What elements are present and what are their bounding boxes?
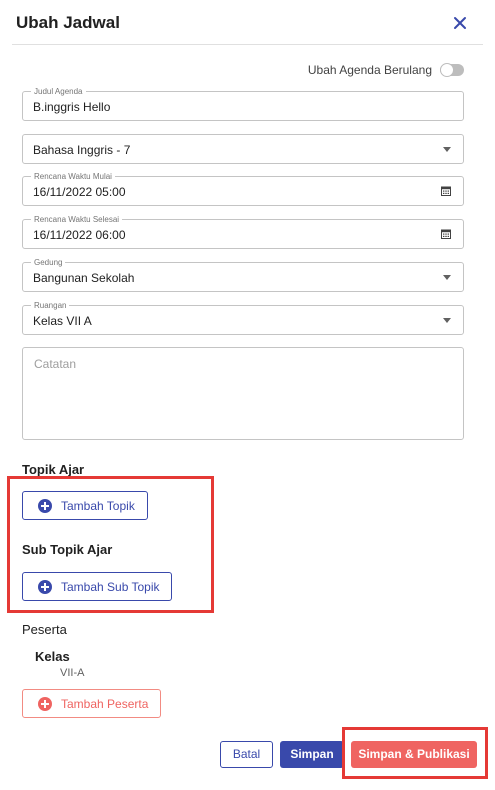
ruangan-legend: Ruangan bbox=[31, 301, 70, 310]
header-divider bbox=[12, 44, 483, 45]
tambah-peserta-label: Tambah Peserta bbox=[61, 697, 149, 711]
highlight-box-topik bbox=[7, 476, 214, 613]
judul-agenda-legend: Judul Agenda bbox=[31, 87, 86, 96]
waktu-selesai-legend: Rencana Waktu Selesai bbox=[31, 215, 123, 224]
subject-select[interactable]: Bahasa Inggris - 7 bbox=[22, 134, 464, 164]
waktu-selesai-field[interactable]: Rencana Waktu Selesai 16/11/2022 06:00 bbox=[22, 215, 464, 249]
recurring-toggle[interactable] bbox=[440, 63, 464, 77]
judul-agenda-field[interactable]: Judul Agenda B.inggris Hello bbox=[22, 87, 464, 121]
simpan-button[interactable]: Simpan bbox=[280, 741, 344, 768]
calendar-icon[interactable] bbox=[441, 186, 451, 196]
recurring-toggle-label: Ubah Agenda Berulang bbox=[307, 63, 432, 77]
chevron-down-icon bbox=[443, 275, 451, 280]
waktu-selesai-value: 16/11/2022 06:00 bbox=[33, 228, 126, 242]
topik-ajar-heading: Topik Ajar bbox=[22, 462, 85, 477]
catatan-placeholder: Catatan bbox=[34, 357, 77, 371]
gedung-value: Bangunan Sekolah bbox=[33, 271, 135, 285]
calendar-icon[interactable] bbox=[441, 229, 451, 239]
judul-agenda-value: B.inggris Hello bbox=[33, 100, 111, 114]
kelas-heading: Kelas bbox=[35, 649, 70, 664]
highlight-box-publikasi bbox=[342, 727, 488, 779]
gedung-legend: Gedung bbox=[31, 258, 66, 267]
kelas-value: VII-A bbox=[60, 667, 85, 679]
recurring-toggle-row: Ubah Agenda Berulang bbox=[300, 60, 470, 80]
close-icon[interactable] bbox=[451, 14, 469, 32]
catatan-textarea[interactable]: Catatan bbox=[22, 347, 464, 440]
batal-button[interactable]: Batal bbox=[220, 741, 273, 768]
gedung-select[interactable]: Gedung Bangunan Sekolah bbox=[22, 258, 464, 292]
plus-circle-icon bbox=[38, 697, 52, 711]
toggle-knob bbox=[440, 63, 454, 77]
waktu-mulai-value: 16/11/2022 05:00 bbox=[33, 185, 126, 199]
ruangan-value: Kelas VII A bbox=[33, 314, 92, 328]
ruangan-select[interactable]: Ruangan Kelas VII A bbox=[22, 301, 464, 335]
tambah-peserta-button[interactable]: Tambah Peserta bbox=[22, 689, 161, 718]
chevron-down-icon bbox=[443, 147, 451, 152]
dialog-header: Ubah Jadwal bbox=[0, 0, 495, 46]
subject-value: Bahasa Inggris - 7 bbox=[33, 143, 131, 157]
waktu-mulai-field[interactable]: Rencana Waktu Mulai 16/11/2022 05:00 bbox=[22, 172, 464, 206]
waktu-mulai-legend: Rencana Waktu Mulai bbox=[31, 172, 115, 181]
chevron-down-icon bbox=[443, 318, 451, 323]
dialog-title: Ubah Jadwal bbox=[16, 13, 120, 32]
peserta-heading: Peserta bbox=[22, 622, 67, 637]
